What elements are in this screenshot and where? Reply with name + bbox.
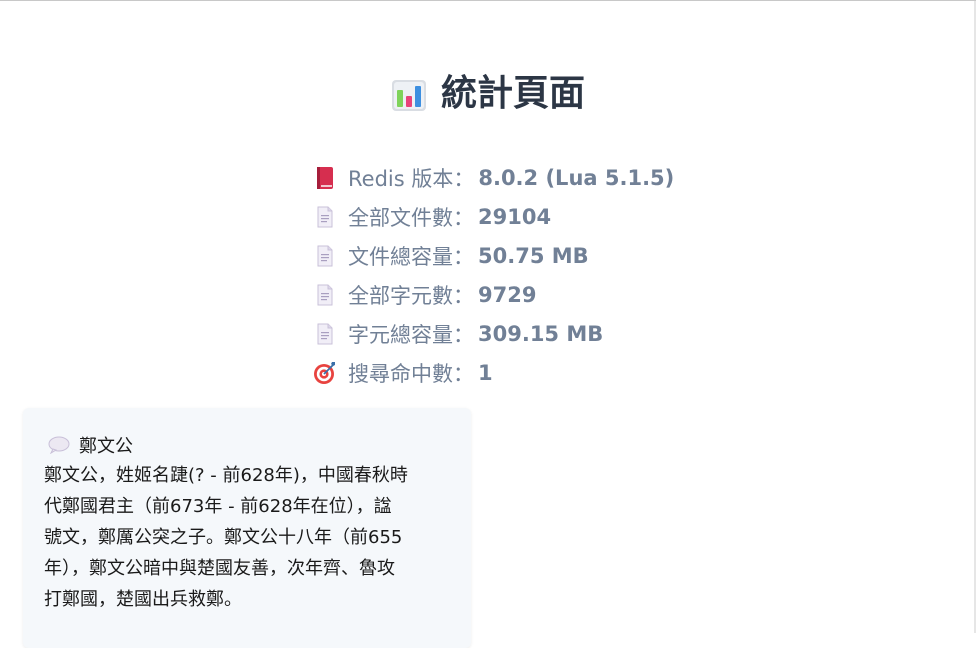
stat-label: 文件總容量： bbox=[348, 244, 474, 269]
card-title: 鄭文公 bbox=[48, 432, 133, 458]
search-result-card[interactable]: 鄭文公 鄭文公，姓姬名踕(? - 前628年)，中國春秋時 代鄭國君主（前673… bbox=[23, 408, 471, 648]
card-line: 號文，鄭厲公突之子。鄭文公十八年（前655 bbox=[44, 527, 403, 548]
card-line: 打鄭國，楚國出兵救鄭。 bbox=[44, 589, 242, 610]
stat-value: 309.15 MB bbox=[478, 321, 604, 346]
stat-row-total-characters: 全部字元數： 9729 bbox=[313, 275, 674, 314]
stat-row-character-size: 字元總容量： 309.15 MB bbox=[313, 314, 674, 353]
page-title: 統計頁面 bbox=[0, 70, 976, 125]
card-line: 年），鄭文公暗中與楚國友善，次年齊、魯攻 bbox=[44, 558, 395, 579]
stat-value: 50.75 MB bbox=[478, 243, 589, 268]
document-icon bbox=[317, 323, 333, 344]
stat-label: Redis 版本： bbox=[348, 166, 475, 191]
window-top-border bbox=[0, 0, 976, 1]
stat-value: 9729 bbox=[478, 282, 537, 307]
document-icon bbox=[317, 245, 333, 266]
stat-value: 29104 bbox=[478, 204, 552, 229]
stat-label: 全部字元數： bbox=[348, 283, 474, 308]
document-icon bbox=[317, 206, 333, 227]
document-icon bbox=[317, 284, 333, 305]
stat-label: 全部文件數： bbox=[348, 205, 474, 230]
card-body: 鄭文公，姓姬名踕(? - 前628年)，中國春秋時 代鄭國君主（前673年 - … bbox=[44, 460, 456, 615]
target-icon bbox=[314, 361, 335, 384]
stat-label: 字元總容量： bbox=[348, 322, 474, 347]
stats-list: Redis 版本： 8.0.2 (Lua 5.1.5) 全部文件數： 29104… bbox=[313, 158, 674, 392]
page-title-text: 統計頁面 bbox=[440, 73, 585, 114]
stat-value: 8.0.2 (Lua 5.1.5) bbox=[478, 165, 675, 190]
card-line: 鄭文公，姓姬名踕(? - 前628年)，中國春秋時 bbox=[44, 465, 408, 486]
speech-bubble-icon bbox=[48, 436, 70, 454]
card-line: 代鄭國君主（前673年 - 前628年在位），諡 bbox=[44, 496, 392, 517]
stat-row-document-size: 文件總容量： 50.75 MB bbox=[313, 236, 674, 275]
stat-row-redis-version: Redis 版本： 8.0.2 (Lua 5.1.5) bbox=[313, 158, 674, 197]
stat-row-total-documents: 全部文件數： 29104 bbox=[313, 197, 674, 236]
stat-label: 搜尋命中數： bbox=[348, 361, 474, 386]
bar-chart-icon bbox=[391, 80, 426, 111]
stat-row-search-hits: 搜尋命中數： 1 bbox=[313, 353, 674, 392]
red-book-icon bbox=[317, 166, 333, 189]
card-title-text: 鄭文公 bbox=[79, 436, 133, 457]
stat-value: 1 bbox=[478, 360, 493, 385]
